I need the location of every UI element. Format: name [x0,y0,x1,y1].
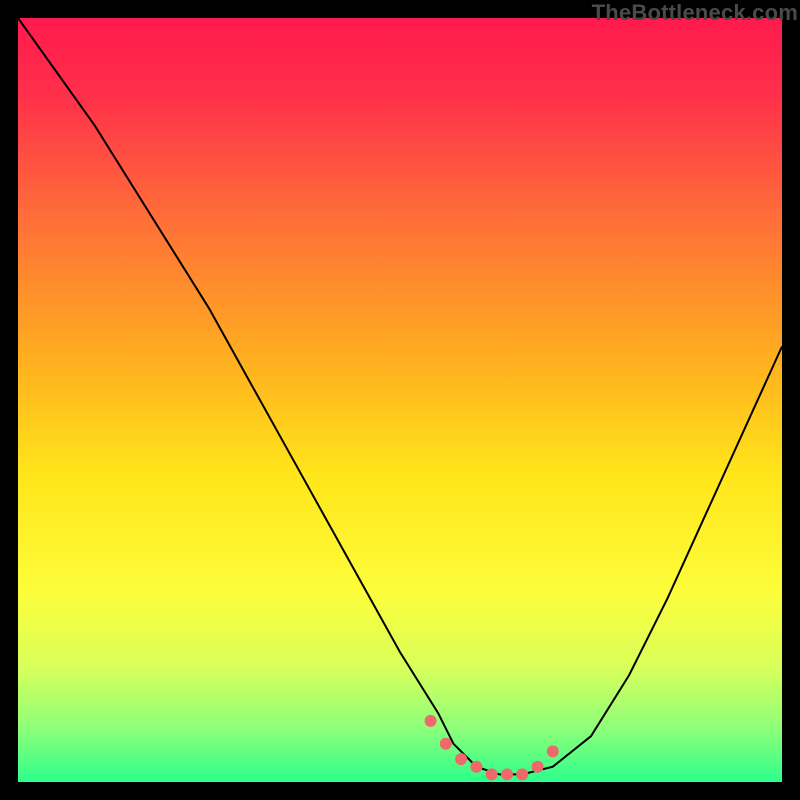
highlight-dot [470,761,482,773]
highlight-dot [425,715,437,727]
highlight-dot [501,768,513,780]
highlight-dot [516,768,528,780]
highlight-dot [455,753,467,765]
chart-background [18,18,782,782]
highlight-dot [486,768,498,780]
highlight-dot [440,738,452,750]
highlight-dot [532,761,544,773]
watermark-text: TheBottleneck.com [592,0,798,26]
highlight-dot [547,745,559,757]
chart-svg [18,18,782,782]
chart-frame [18,18,782,782]
